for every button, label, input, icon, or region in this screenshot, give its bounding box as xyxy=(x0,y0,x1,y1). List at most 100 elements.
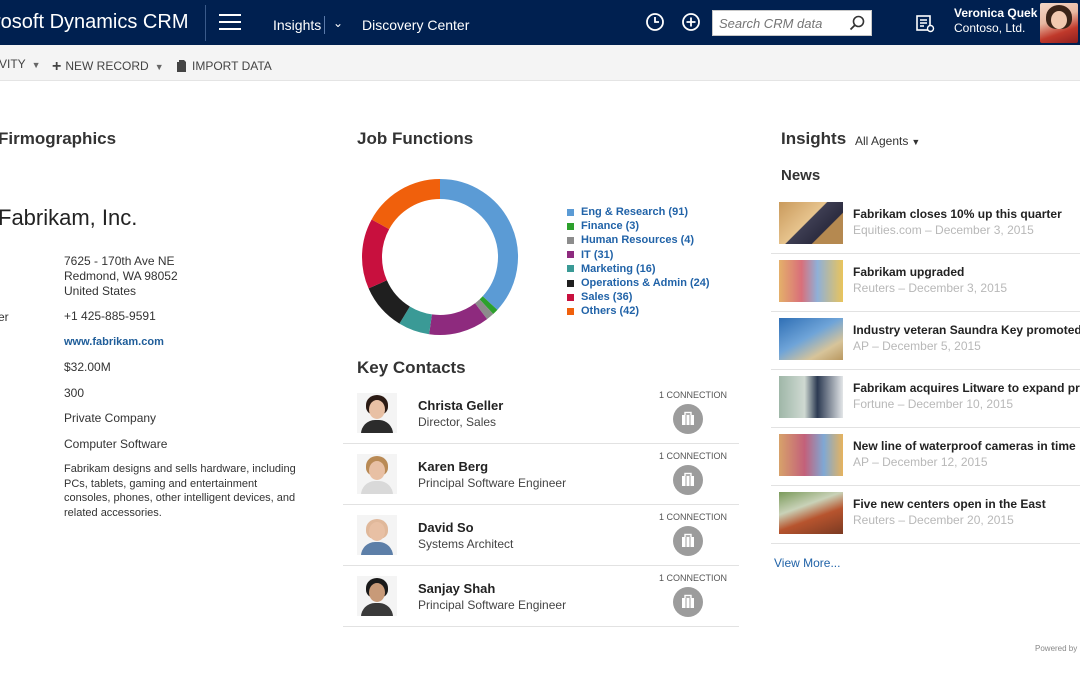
hamburger-menu-icon[interactable] xyxy=(219,14,241,30)
connection-count: 1 CONNECTION xyxy=(659,451,728,461)
nav-insights[interactable]: Insights xyxy=(273,17,321,33)
app-title[interactable]: rosoft Dynamics CRM xyxy=(0,11,188,34)
donut-segment-finance[interactable] xyxy=(479,296,498,315)
news-item[interactable]: Fabrikam upgraded Reuters – December 3, … xyxy=(771,254,1080,312)
legend-label: Operations & Admin (24) xyxy=(581,277,710,290)
news-title[interactable]: Five new centers open in the East xyxy=(853,497,1046,511)
add-circle-icon[interactable] xyxy=(681,12,701,32)
news-source-date: Reuters – December 20, 2015 xyxy=(853,513,1014,527)
legend-item-eng-research[interactable]: Eng & Research (91) xyxy=(567,205,710,219)
import-data-label: IMPORT DATA xyxy=(192,59,272,73)
donut-segment-eng-research[interactable] xyxy=(439,179,518,310)
search-box[interactable] xyxy=(712,10,872,36)
history-clock-icon[interactable] xyxy=(645,12,665,32)
contact-title: Principal Software Engineer xyxy=(418,476,567,490)
agents-dropdown[interactable]: All Agents ▼ xyxy=(855,134,920,148)
connection-briefcase-icon[interactable] xyxy=(673,404,703,434)
ownership-value: Private Company xyxy=(64,411,157,425)
contact-photo xyxy=(357,454,397,494)
legend-swatch xyxy=(567,307,574,315)
news-source-date: Fortune – December 10, 2015 xyxy=(853,397,1014,411)
agents-dropdown-label: All Agents xyxy=(855,134,909,148)
contact-title: Principal Software Engineer xyxy=(418,598,567,612)
legend-item-it[interactable]: IT (31) xyxy=(567,248,710,262)
address-line-1: 7625 - 170th Ave NE xyxy=(64,254,175,268)
news-source-date: AP – December 12, 2015 xyxy=(853,455,988,469)
news-source-date: Equities.com – December 3, 2015 xyxy=(853,223,1034,237)
connection-count: 1 CONNECTION xyxy=(659,390,728,400)
settings-list-icon[interactable] xyxy=(915,13,935,33)
news-item[interactable]: New line of waterproof cameras in time A… xyxy=(771,428,1080,486)
contact-row[interactable]: David So Systems Architect 1 CONNECTION xyxy=(343,506,739,566)
legend-item-marketing[interactable]: Marketing (16) xyxy=(567,262,710,276)
connection-briefcase-icon[interactable] xyxy=(673,465,703,495)
company-description: Fabrikam designs and sells hardware, inc… xyxy=(64,463,296,520)
user-name[interactable]: Veronica Quek xyxy=(954,6,1037,20)
news-title[interactable]: Fabrikam upgraded xyxy=(853,265,964,279)
news-thumbnail xyxy=(779,260,843,302)
contact-name[interactable]: Sanjay Shah xyxy=(418,581,495,596)
company-name: Fabrikam, Inc. xyxy=(0,205,138,230)
caret-down-icon: ▼ xyxy=(911,137,921,147)
contact-name[interactable]: David So xyxy=(418,520,474,535)
nav-discovery-center[interactable]: Discovery Center xyxy=(362,17,469,33)
search-icon[interactable] xyxy=(849,15,865,31)
legend-swatch xyxy=(567,236,574,244)
activity-button[interactable]: VITY ▼ xyxy=(0,57,41,71)
contact-title: Director, Sales xyxy=(418,415,497,429)
news-title[interactable]: Industry veteran Saundra Key promoted xyxy=(853,323,1080,337)
legend-label: Others (42) xyxy=(581,305,640,318)
caret-down-icon: ▼ xyxy=(154,62,164,72)
connection-briefcase-icon[interactable] xyxy=(673,526,703,556)
powered-by-label: Powered by xyxy=(1035,644,1078,653)
contact-name[interactable]: Karen Berg xyxy=(418,459,488,474)
contact-title: Systems Architect xyxy=(418,537,514,551)
news-thumbnail xyxy=(779,434,843,476)
view-more-link[interactable]: View More... xyxy=(774,556,840,570)
donut-segment-sales[interactable] xyxy=(362,219,390,289)
news-heading: News xyxy=(781,167,821,184)
donut-segment-human-resources[interactable] xyxy=(474,299,494,320)
donut-segment-others[interactable] xyxy=(371,179,441,230)
connection-briefcase-icon[interactable] xyxy=(673,587,703,617)
news-title[interactable]: New line of waterproof cameras in time xyxy=(853,439,1076,453)
title-divider xyxy=(205,5,206,41)
legend-label: Eng & Research (91) xyxy=(581,206,688,219)
contact-row[interactable]: Sanjay Shah Principal Software Engineer … xyxy=(343,567,739,627)
contact-row[interactable]: Christa Geller Director, Sales 1 CONNECT… xyxy=(343,384,739,444)
legend-item-finance[interactable]: Finance (3) xyxy=(567,219,710,233)
news-title[interactable]: Fabrikam acquires Litware to expand pr xyxy=(853,381,1080,395)
new-record-button[interactable]: + NEW RECORD ▼ xyxy=(52,57,164,75)
legend-swatch xyxy=(567,265,574,273)
address-line-3: United States xyxy=(64,284,137,298)
contact-row[interactable]: Karen Berg Principal Software Engineer 1… xyxy=(343,445,739,505)
legend-swatch xyxy=(567,251,574,259)
legend-item-others[interactable]: Others (42) xyxy=(567,304,710,318)
employees-value: 300 xyxy=(64,386,85,400)
avatar[interactable] xyxy=(1040,3,1078,43)
contact-name[interactable]: Christa Geller xyxy=(418,398,503,413)
news-thumbnail xyxy=(779,376,843,418)
news-title[interactable]: Fabrikam closes 10% up this quarter xyxy=(853,207,1062,221)
website-link[interactable]: www.fabrikam.com xyxy=(64,335,164,350)
legend-item-human-resources[interactable]: Human Resources (4) xyxy=(567,233,710,247)
plus-icon: + xyxy=(52,58,62,75)
import-data-button[interactable]: IMPORT DATA xyxy=(176,57,272,73)
legend-item-sales[interactable]: Sales (36) xyxy=(567,290,710,304)
news-item[interactable]: Five new centers open in the East Reuter… xyxy=(771,486,1080,544)
news-thumbnail xyxy=(779,318,843,360)
legend-item-operations-admin[interactable]: Operations & Admin (24) xyxy=(567,276,710,290)
chevron-down-icon[interactable]: ⌄ xyxy=(333,16,343,30)
donut-segment-it[interactable] xyxy=(429,302,488,335)
news-item[interactable]: Fabrikam acquires Litware to expand pr F… xyxy=(771,370,1080,428)
news-source-date: AP – December 5, 2015 xyxy=(853,339,981,353)
caret-down-icon: ▼ xyxy=(31,60,41,70)
activity-label: VITY xyxy=(0,57,26,71)
donut-segment-marketing[interactable] xyxy=(399,306,433,335)
donut-segment-operations-admin[interactable] xyxy=(368,279,411,324)
phone-number[interactable]: +1 425-885-9591 xyxy=(64,309,156,324)
search-input[interactable] xyxy=(713,11,843,35)
legend-label: Finance (3) xyxy=(581,220,640,233)
news-item[interactable]: Fabrikam closes 10% up this quarter Equi… xyxy=(771,196,1080,254)
news-item[interactable]: Industry veteran Saundra Key promoted AP… xyxy=(771,312,1080,370)
